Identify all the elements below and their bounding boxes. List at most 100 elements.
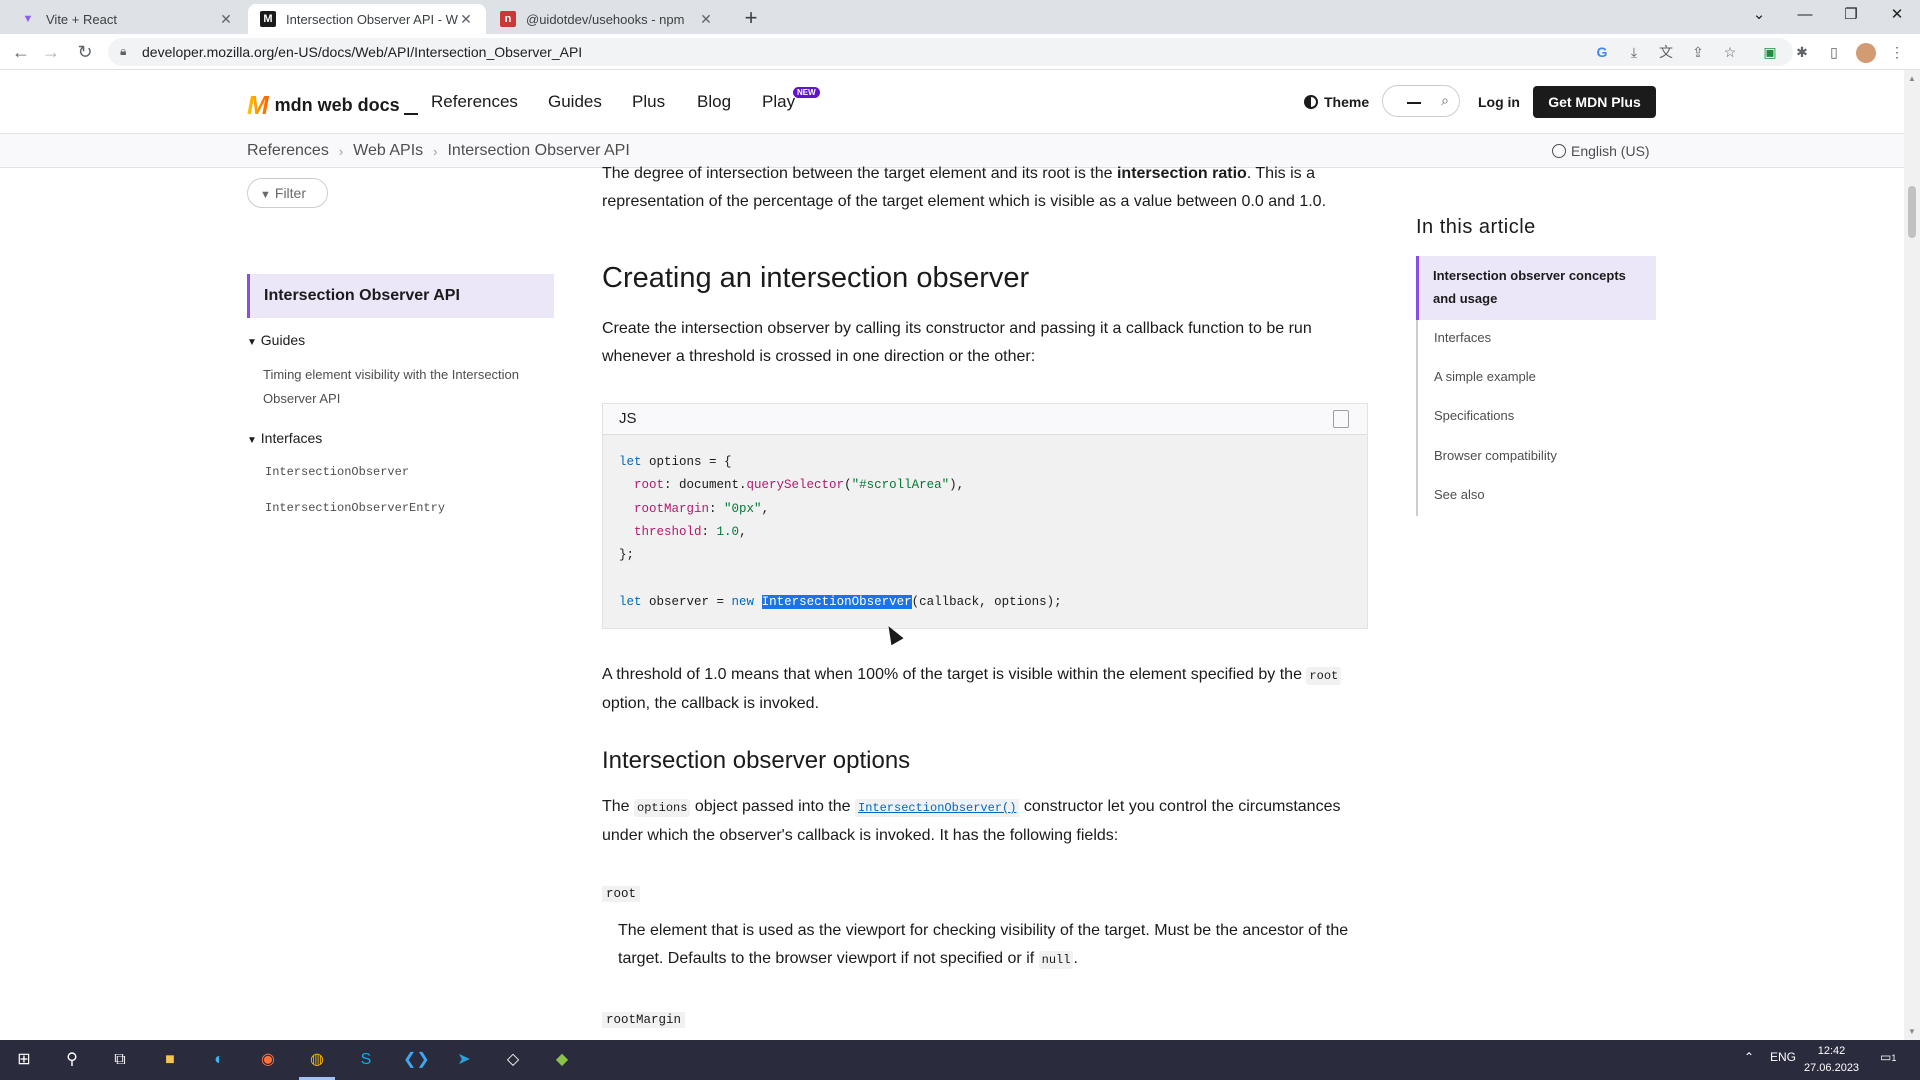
share-icon[interactable]: ⇪ [1687,42,1709,64]
app-icon[interactable]: ◆ [550,1048,574,1072]
tab-vite-react[interactable]: ▼ Vite + React ✕ [8,4,246,34]
task-view-icon[interactable]: ⧉ [108,1048,132,1072]
scroll-up-icon[interactable]: ▲ [1908,74,1916,83]
menu-icon[interactable]: ⋮ [1886,42,1908,64]
code-header: JS [603,404,1367,435]
edge-icon[interactable]: ◐ [207,1048,231,1072]
toc-item-browser-compat[interactable]: Browser compatibility [1434,448,1557,463]
forward-icon[interactable]: → [38,40,64,66]
nav-blog[interactable]: Blog [697,92,731,112]
tab-title: Vite + React [46,11,117,27]
profile-avatar[interactable] [1856,43,1876,63]
new-badge: NEW [793,87,820,98]
extension-icon[interactable]: ▣ [1759,42,1781,64]
vscode-icon[interactable]: ❮❯ [403,1048,430,1072]
page-scrollbar[interactable]: ▲ ▼ [1904,70,1920,1040]
search-input[interactable]: ⌕ [1382,85,1460,117]
toc-item-see-also[interactable]: See also [1434,487,1485,502]
code-keyword: let [619,594,642,609]
get-mdn-plus-button[interactable]: Get MDN Plus [1533,86,1656,118]
code-example: JS let options = { root: document.queryS… [602,403,1368,629]
close-tab-icon[interactable]: ✕ [698,11,714,28]
sidebar-item-intersection-observer-api[interactable]: Intersection Observer API [247,274,554,318]
code-function: querySelector [746,478,845,493]
skype-icon[interactable]: S [354,1048,378,1072]
toc-item-concepts[interactable]: Intersection observer concepts and usage [1416,256,1656,320]
back-icon[interactable]: ← [8,40,34,66]
login-link[interactable]: Log in [1478,94,1520,110]
nav-plus[interactable]: Plus [632,92,665,112]
windows-start-icon[interactable]: ⊞ [12,1048,36,1072]
toc-item-specifications[interactable]: Specifications [1434,408,1514,423]
google-icon[interactable]: G [1591,42,1613,64]
language-switcher[interactable]: English (US) [1552,143,1650,159]
toc-item-interfaces[interactable]: Interfaces [1434,330,1491,345]
copy-icon[interactable] [1333,410,1349,428]
url-text[interactable]: developer.mozilla.org/en-US/docs/Web/API… [142,44,582,60]
notification-icon[interactable]: ▭1 [1880,1050,1896,1064]
close-tab-icon[interactable]: ✕ [218,11,234,28]
breadcrumb: References › Web APIs › Intersection Obs… [247,142,630,160]
reload-icon[interactable]: ↻ [72,40,98,66]
breadcrumb-references[interactable]: References [247,142,329,160]
breadcrumb-web-apis[interactable]: Web APIs [353,142,423,160]
file-explorer-icon[interactable]: ■ [158,1048,182,1072]
close-tab-icon[interactable]: ✕ [458,11,474,28]
options-paragraph: The options object passed into the Inter… [602,793,1368,850]
browser-tab-strip: ▼ Vite + React ✕ M Intersection Observer… [0,0,1920,34]
clock[interactable]: 12:42 27.06.2023 [1804,1043,1859,1077]
tab-title: Intersection Observer API - Web [286,11,458,27]
toc-heading: In this article [1416,216,1536,238]
breadcrumb-intersection-observer-api[interactable]: Intersection Observer API [447,142,629,160]
selected-text[interactable]: IntersectionObserver [761,594,912,609]
sidebar-filter-input[interactable]: ▼ Filter [247,178,328,208]
inline-code-options: options [634,799,691,817]
search-icon[interactable]: ⌕ [1441,92,1449,109]
inline-code-root: root [1306,667,1342,685]
sidebar-group-interfaces[interactable]: ▼ Interfaces [247,430,322,446]
definition-root: The element that is used as the viewport… [618,917,1368,974]
chrome-icon[interactable]: ◍ [305,1048,329,1072]
nav-references[interactable]: References [431,92,518,112]
language-label: English (US) [1571,143,1650,159]
tab-intersection-observer[interactable]: M Intersection Observer API - Web ✕ [248,4,486,34]
restore-button[interactable]: ❐ [1828,0,1874,30]
tab-usehooks-npm[interactable]: n @uidotdev/usehooks - npm ✕ [488,4,726,34]
puzzle-icon[interactable]: ✱ [1791,42,1813,64]
install-icon[interactable]: ⤓ [1623,42,1645,64]
input-language[interactable]: ENG [1770,1050,1796,1064]
side-panel-icon[interactable]: ▯ [1823,42,1845,64]
nav-play[interactable]: Play [762,92,795,112]
browser-toolbar: ← → ↻ 🔒︎ developer.mozilla.org/en-US/doc… [0,34,1920,70]
chevron-up-icon[interactable]: ⌃ [1744,1050,1754,1064]
translate-icon[interactable]: 文 [1655,42,1677,64]
new-tab-button[interactable]: + [738,6,764,32]
bookmark-star-icon[interactable]: ☆ [1719,42,1741,64]
scrollbar-thumb[interactable] [1908,186,1916,238]
minimize-button[interactable]: — [1782,0,1828,30]
code-string: "#scrollArea" [851,478,950,493]
app-icon[interactable]: ◇ [501,1048,525,1072]
theme-toggle[interactable]: Theme [1304,94,1369,110]
code-text: observer = [641,594,732,609]
firefox-icon[interactable]: ◉ [256,1048,280,1072]
sidebar-item-intersectionobserver[interactable]: IntersectionObserver [265,465,409,479]
intro-text-1: The degree of intersection between the t… [602,165,1117,182]
intersectionobserver-constructor-link[interactable]: IntersectionObserver() [855,799,1020,817]
mdn-logo[interactable]: M mdn web docs [247,90,418,121]
tab-search-icon[interactable]: ⌄ [1736,0,1782,30]
sidebar-item-timing-guide[interactable]: Timing element visibility with the Inter… [263,363,553,411]
search-icon[interactable]: ⚲ [60,1048,84,1072]
nav-guides[interactable]: Guides [548,92,602,112]
close-window-button[interactable]: ✕ [1874,0,1920,30]
address-bar[interactable]: 🔒︎ developer.mozilla.org/en-US/docs/Web/… [108,38,1793,66]
lock-icon[interactable]: 🔒︎ [120,44,126,59]
term-rootmargin: rootMargin [602,1012,686,1028]
scroll-down-icon[interactable]: ▼ [1908,1027,1916,1036]
telegram-icon[interactable]: ➤ [452,1048,476,1072]
sidebar-group-guides[interactable]: ▼ Guides [247,332,305,348]
code-property: threshold [634,524,702,539]
toc-item-simple-example[interactable]: A simple example [1434,369,1536,384]
definition-root-end: . [1073,950,1078,967]
sidebar-item-intersectionobserverentry[interactable]: IntersectionObserverEntry [265,501,445,515]
